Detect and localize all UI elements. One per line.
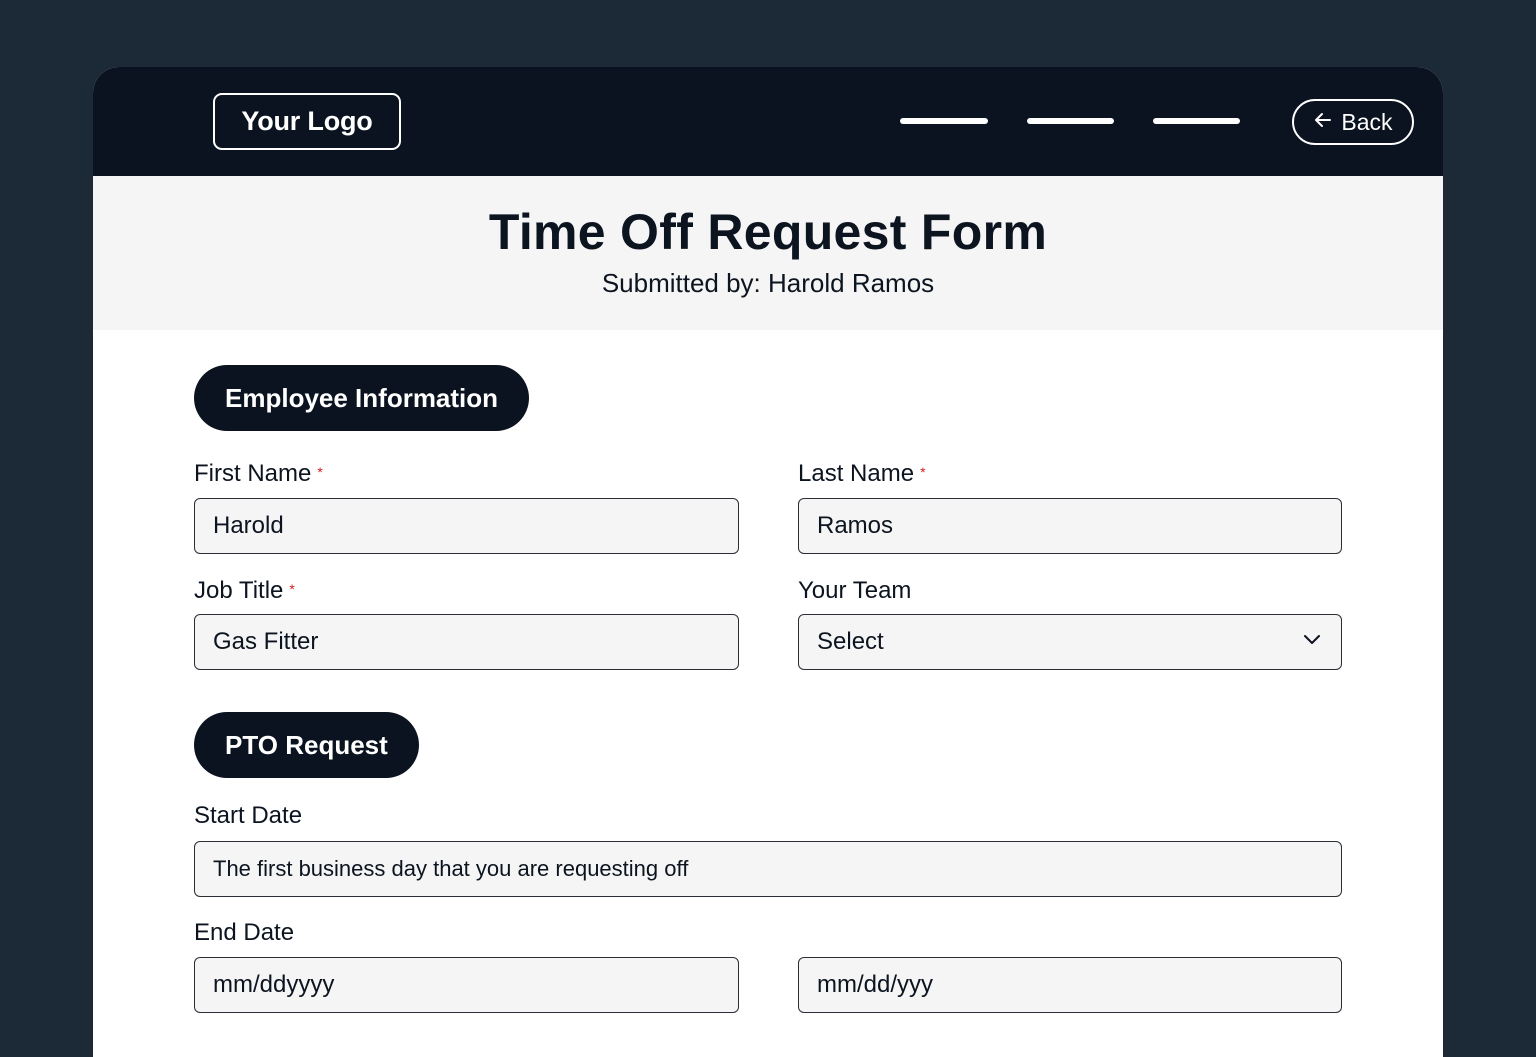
team-select[interactable]: Select [798, 614, 1342, 670]
job-title-label-text: Job Title [194, 577, 284, 604]
back-button-label: Back [1341, 108, 1393, 135]
start-date-label: Start Date [194, 802, 303, 829]
logo[interactable]: Your Logo [213, 93, 401, 150]
job-title-label: Job Title * [194, 577, 295, 605]
nav-placeholder-3[interactable] [1153, 118, 1240, 124]
form-body: Employee Information First Name * Harold … [93, 330, 1443, 1037]
page-header: Time Off Request Form Submitted by: Haro… [93, 176, 1443, 330]
first-name-label-text: First Name [194, 460, 312, 487]
section-employee-information: Employee Information [194, 365, 530, 431]
first-name-field[interactable]: Harold [194, 498, 739, 554]
form-window: Your Logo Back Time Off Request Form Sub… [93, 67, 1443, 1057]
arrow-left-icon [1313, 109, 1333, 136]
top-navigation-bar: Your Logo Back [93, 67, 1443, 176]
required-mark: * [317, 464, 323, 480]
page-title: Time Off Request Form [488, 204, 1048, 260]
last-name-label-text: Last Name [798, 460, 915, 487]
team-select-value: Select [817, 628, 884, 655]
first-name-label: First Name * [194, 460, 323, 488]
nav-placeholder-2[interactable] [1027, 118, 1114, 124]
submitted-by: Submitted by: Harold Ramos [601, 267, 935, 298]
end-date-label: End Date [194, 919, 295, 946]
required-mark: * [289, 581, 295, 597]
required-mark: * [920, 464, 926, 480]
job-title-field[interactable]: Gas Fitter [194, 614, 739, 670]
end-date-field-right[interactable]: mm/dd/yyy [798, 957, 1342, 1013]
last-name-field[interactable]: Ramos [798, 498, 1342, 554]
nav-placeholder-1[interactable] [900, 118, 988, 124]
team-label: Your Team [798, 577, 912, 604]
end-date-field-left[interactable]: mm/ddyyyy [194, 957, 739, 1013]
section-pto-request: PTO Request [194, 712, 419, 778]
back-button[interactable]: Back [1292, 99, 1414, 145]
chevron-down-icon [1301, 628, 1323, 657]
last-name-label: Last Name * [798, 460, 926, 488]
start-date-field[interactable]: The first business day that you are requ… [194, 841, 1342, 897]
